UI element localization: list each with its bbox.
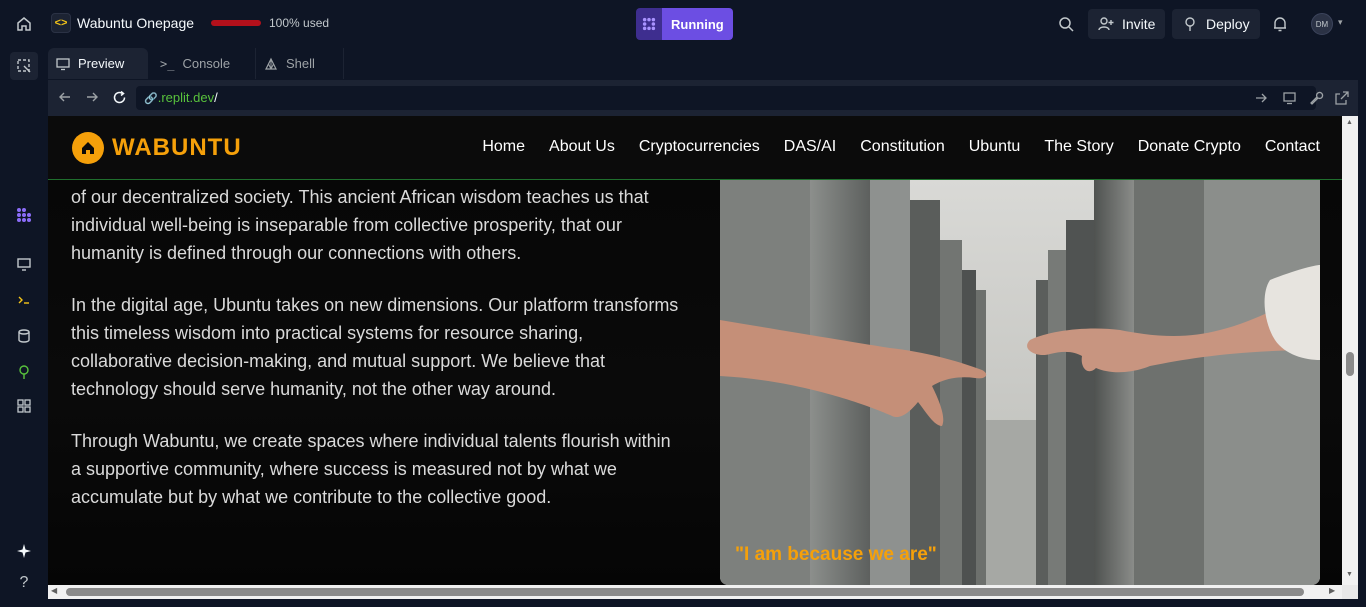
monitor-icon	[56, 57, 70, 70]
help-icon[interactable]: ?	[12, 571, 36, 595]
repl-code-icon: <>	[51, 13, 71, 33]
vertical-scrollbar[interactable]: ▲ ▼	[1342, 116, 1358, 585]
vertical-scroll-thumb[interactable]	[1346, 352, 1354, 376]
nav-link-home[interactable]: Home	[482, 138, 525, 156]
add-user-icon	[1098, 17, 1114, 31]
url-path: /	[214, 90, 218, 105]
chevron-down-icon[interactable]: ▾	[1338, 17, 1343, 28]
go-arrow-icon[interactable]	[1254, 91, 1268, 110]
workspace-header: <> Wabuntu Onepage 100% used Running Inv…	[48, 0, 1366, 48]
nav-link-ubuntu[interactable]: Ubuntu	[969, 138, 1021, 156]
link-icon: 🔗	[144, 93, 158, 105]
ai-sparkle-icon[interactable]	[12, 539, 36, 563]
usage-text: 100% used	[269, 16, 330, 30]
scroll-down-arrow-icon[interactable]: ▼	[1346, 571, 1353, 578]
scroll-corner	[1342, 585, 1358, 599]
run-status-button[interactable]: Running	[636, 8, 733, 40]
paragraph: In the digital age, Ubuntu takes on new …	[71, 295, 679, 399]
preview-tool-icon[interactable]	[12, 252, 36, 276]
pane-tabs: Preview >_ Console Shell	[48, 48, 1366, 80]
usage-meter	[211, 20, 261, 26]
nav-link-donate-crypto[interactable]: Donate Crypto	[1138, 138, 1241, 156]
all-tools-icon[interactable]	[12, 394, 36, 418]
files-panel-icon[interactable]	[10, 52, 38, 80]
nav-link-about-us[interactable]: About Us	[549, 138, 615, 156]
deploy-button[interactable]: Deploy	[1172, 9, 1260, 39]
tab-label: Shell	[286, 56, 315, 71]
reload-icon[interactable]	[112, 90, 127, 110]
preview-toolbar: 🔗.replit.dev/	[48, 80, 1358, 116]
deploy-label: Deploy	[1206, 16, 1250, 32]
terminal-icon: >_	[160, 56, 175, 71]
site-nav-links: Home About Us Cryptocurrencies DAS/AI Co…	[482, 138, 1320, 156]
horizontal-scroll-thumb[interactable]	[66, 588, 1304, 596]
url-field[interactable]: 🔗.replit.dev/	[136, 86, 1316, 110]
url-domain: .replit.dev	[157, 90, 215, 105]
avatar[interactable]: DM	[1311, 13, 1333, 35]
scroll-right-arrow-icon[interactable]: ▶	[1329, 586, 1335, 595]
scroll-left-arrow-icon[interactable]: ◀	[51, 586, 57, 595]
nav-link-das-ai[interactable]: DAS/AI	[784, 138, 836, 156]
notifications-bell-icon[interactable]	[1271, 15, 1289, 38]
nav-link-constitution[interactable]: Constitution	[860, 138, 945, 156]
devices-icon[interactable]	[1282, 90, 1298, 111]
console-tool-icon[interactable]	[12, 288, 36, 312]
scroll-up-arrow-icon[interactable]: ▲	[1346, 119, 1353, 126]
home-logo-icon[interactable]	[72, 132, 104, 164]
ubuntu-text-column: of our decentralized society. This ancie…	[71, 184, 681, 535]
deployments-icon[interactable]	[12, 360, 36, 384]
stop-icon	[636, 8, 662, 40]
invite-button[interactable]: Invite	[1088, 9, 1166, 39]
run-status-label: Running	[662, 8, 733, 40]
home-icon[interactable]	[12, 12, 36, 36]
tab-label: Preview	[78, 56, 125, 71]
reaching-hands-image	[720, 180, 1320, 585]
invite-label: Invite	[1122, 16, 1156, 32]
back-arrow-icon[interactable]	[58, 90, 72, 109]
deploy-icon	[1185, 17, 1195, 31]
left-rail: ?	[0, 0, 48, 607]
search-icon[interactable]	[1057, 15, 1075, 38]
paragraph: Through Wabuntu, we create spaces where …	[71, 431, 671, 507]
tab-preview[interactable]: Preview	[48, 48, 148, 79]
nav-link-contact[interactable]: Contact	[1265, 138, 1320, 156]
nav-link-the-story[interactable]: The Story	[1044, 138, 1113, 156]
horizontal-scrollbar[interactable]: ◀ ▶	[48, 585, 1342, 599]
ubuntu-quote: "I am because we are"	[735, 544, 937, 565]
devtools-wrench-icon[interactable]	[1308, 90, 1324, 111]
tab-shell[interactable]: Shell	[256, 48, 344, 79]
replit-agent-icon[interactable]	[12, 203, 36, 227]
shell-icon	[265, 57, 277, 70]
preview-frame: WABUNTU Home About Us Cryptocurrencies D…	[48, 116, 1358, 599]
open-new-tab-icon[interactable]	[1334, 90, 1350, 111]
repl-title[interactable]: Wabuntu Onepage	[77, 15, 194, 31]
forward-arrow-icon[interactable]	[85, 90, 99, 109]
tab-label: Console	[182, 56, 231, 71]
paragraph: of our decentralized society. This ancie…	[71, 187, 649, 263]
nav-link-cryptocurrencies[interactable]: Cryptocurrencies	[639, 138, 760, 156]
tab-console[interactable]: >_ Console	[152, 48, 256, 79]
site-navbar: WABUNTU Home About Us Cryptocurrencies D…	[48, 116, 1342, 180]
database-icon[interactable]	[12, 324, 36, 348]
website: WABUNTU Home About Us Cryptocurrencies D…	[48, 116, 1342, 585]
site-logo-text[interactable]: WABUNTU	[112, 134, 242, 162]
